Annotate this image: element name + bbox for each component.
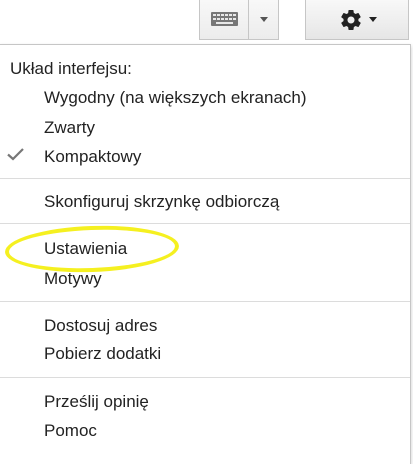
density-header: Układ interfejsu: [10, 59, 132, 78]
custom-address-item[interactable]: Dostosuj adres [44, 316, 157, 336]
density-option-comfortable[interactable]: Wygodny (na większych ekranach) [44, 88, 307, 108]
check-icon [7, 148, 24, 161]
configure-inbox-item[interactable]: Skonfiguruj skrzynkę odbiorczą [44, 192, 279, 212]
density-option-cozy[interactable]: Zwarty [44, 118, 95, 138]
density-option-compact[interactable]: Kompaktowy [44, 147, 141, 167]
menu-separator [0, 377, 410, 378]
send-feedback-item[interactable]: Prześlij opinię [44, 392, 149, 412]
settings-item[interactable]: Ustawienia [44, 239, 127, 259]
keyboard-icon [211, 12, 238, 26]
gear-icon [341, 10, 361, 31]
settings-menu: Układ interfejsu: Wygodny (na większych … [0, 44, 411, 464]
settings-button[interactable] [305, 0, 409, 40]
input-tools-dropdown-button[interactable] [248, 0, 279, 40]
themes-item[interactable]: Motywy [44, 269, 102, 289]
top-toolbar [0, 0, 413, 44]
menu-separator [0, 178, 410, 179]
menu-separator [0, 301, 410, 302]
menu-separator [0, 223, 410, 224]
chevron-down-icon [260, 17, 268, 22]
input-tools-button[interactable] [199, 0, 248, 40]
chevron-down-icon [369, 17, 377, 22]
get-addons-item[interactable]: Pobierz dodatki [44, 344, 161, 364]
help-item[interactable]: Pomoc [44, 421, 97, 441]
